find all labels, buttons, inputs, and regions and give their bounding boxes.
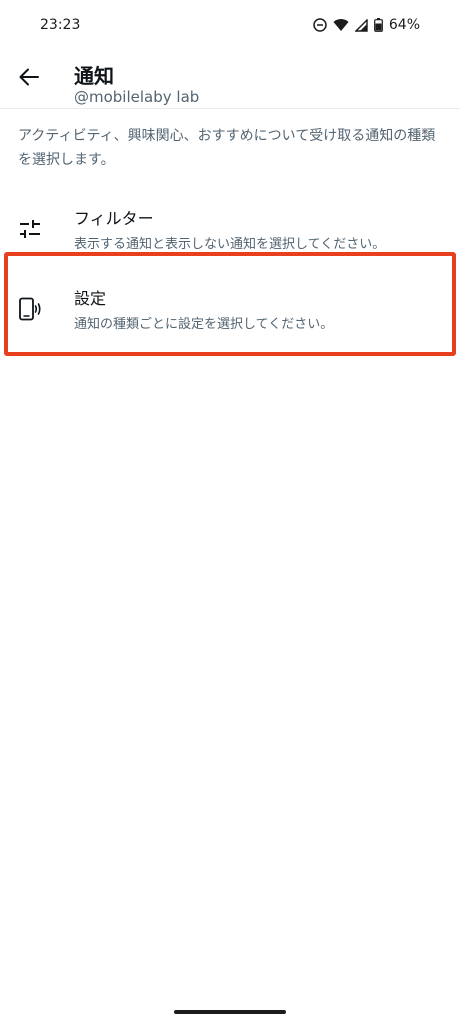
header: 通知 @mobilelaby lab — [0, 52, 460, 108]
home-indicator[interactable] — [174, 1010, 286, 1014]
account-handle: @mobilelaby lab — [74, 88, 200, 106]
menu-item-filter[interactable]: フィルター 表示する通知と表示しない通知を選択してください。 — [0, 203, 460, 273]
menu-item-settings-title: 設定 — [74, 289, 107, 308]
battery-icon — [373, 18, 383, 32]
menu-item-settings-subtitle: 通知の種類ごとに設定を選択してください。 — [74, 317, 334, 332]
status-bar: 23:23 64% — [0, 0, 460, 50]
header-divider — [0, 108, 460, 109]
battery-percent: 64% — [388, 17, 420, 33]
status-time: 23:23 — [40, 17, 81, 33]
menu-item-filter-title: フィルター — [74, 209, 154, 228]
phone-vibrate-icon — [16, 295, 44, 323]
page-description: アクティビティ、興味関心、おすすめについて受け取る通知の種類を選択します。 — [18, 128, 436, 168]
cell-signal-icon — [354, 18, 368, 32]
page-title: 通知 — [74, 64, 114, 88]
back-button[interactable] — [14, 64, 44, 94]
status-icons: 64% — [313, 17, 420, 33]
wifi-icon — [333, 18, 349, 32]
menu-item-settings[interactable]: 設定 通知の種類ごとに設定を選択してください。 — [0, 283, 460, 353]
back-arrow-icon — [19, 68, 39, 90]
do-not-disturb-icon — [313, 18, 327, 32]
menu-item-filter-subtitle: 表示する通知と表示しない通知を選択してください。 — [74, 237, 386, 252]
sliders-icon — [16, 215, 44, 243]
